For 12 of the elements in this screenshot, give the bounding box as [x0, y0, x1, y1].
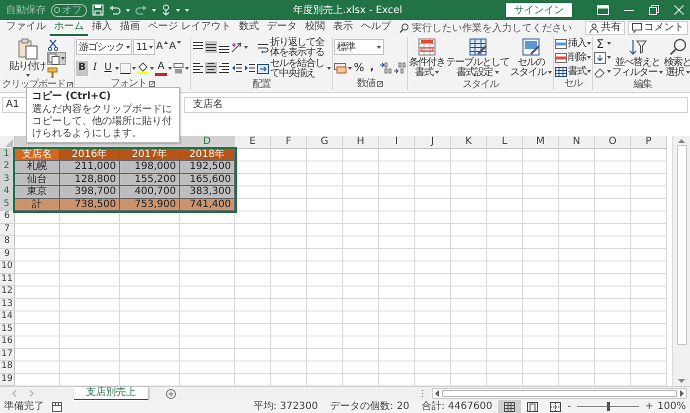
- status-text: 準備完了: [4, 400, 44, 412]
- group-label: 数値: [357, 78, 375, 90]
- autosave-label: 自動保存: [6, 4, 46, 17]
- group-label: フォント: [110, 78, 146, 90]
- group-label: スタイル: [462, 79, 498, 91]
- group-label: 編集: [634, 79, 652, 91]
- count-value: データの個数: 20: [330, 400, 410, 412]
- average-value: 平均: 372300: [253, 400, 318, 412]
- window-title: 年度別売上.xlsx - Excel: [292, 4, 404, 17]
- group-label: 配置: [252, 79, 270, 91]
- sum-value: 合計: 4467600: [421, 400, 492, 412]
- group-label: セル: [564, 78, 582, 90]
